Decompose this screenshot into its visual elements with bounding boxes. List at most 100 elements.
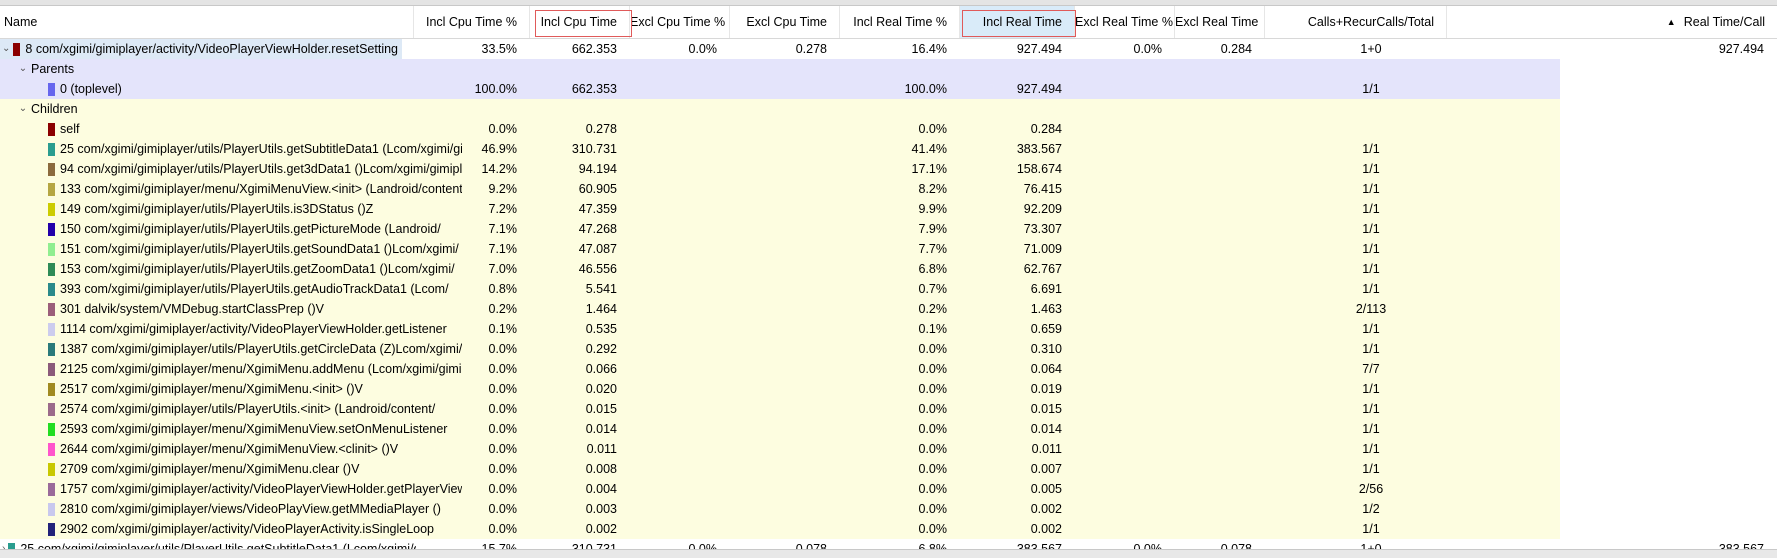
incl-cpu-cell: 0.278 — [585, 122, 617, 136]
calls-cell: 1/1 — [1362, 462, 1380, 476]
incl-cpu-pct-cell: 0.0% — [488, 382, 518, 396]
excl-real-pct-cell: 0.0% — [1133, 42, 1163, 56]
col-header-incl-real-pct[interactable]: Incl Real Time % — [840, 6, 960, 38]
name-cell: 1387 com/xgimi/gimiplayer/utils/PlayerUt… — [0, 339, 462, 359]
sort-ascending-icon: ▲ — [1666, 17, 1676, 27]
incl-cpu-cell: 0.015 — [585, 402, 617, 416]
collapse-chevron-icon[interactable]: ⌄ — [2, 39, 10, 59]
table-row[interactable]: 151 com/xgimi/gimiplayer/utils/PlayerUti… — [0, 239, 1777, 259]
table-row[interactable]: 2517 com/xgimi/gimiplayer/menu/XgimiMenu… — [0, 379, 1777, 399]
col-header-calls[interactable]: Calls+RecurCalls/Total — [1265, 6, 1447, 38]
method-color-swatch — [13, 42, 21, 56]
incl-real-pct-cell: 0.0% — [918, 402, 948, 416]
table-row[interactable]: 301 dalvik/system/VMDebug.startClassPrep… — [0, 299, 1777, 319]
col-header-excl-cpu[interactable]: Excl Cpu Time — [730, 6, 840, 38]
method-name: 150 com/xgimi/gimiplayer/utils/PlayerUti… — [60, 222, 441, 236]
table-row[interactable]: self 0.0% 0.278 0.0% 0.284 — [0, 119, 1777, 139]
col-header-excl-real-pct[interactable]: Excl Real Time % — [1075, 6, 1175, 38]
name-cell: 151 com/xgimi/gimiplayer/utils/PlayerUti… — [0, 239, 462, 259]
method-name: 25 com/xgimi/gimiplayer/utils/PlayerUtil… — [60, 142, 462, 156]
table-row[interactable]: 149 com/xgimi/gimiplayer/utils/PlayerUti… — [0, 199, 1777, 219]
excl-cpu-cell: 0.278 — [795, 42, 827, 56]
table-row[interactable]: 133 com/xgimi/gimiplayer/menu/XgimiMenuV… — [0, 179, 1777, 199]
name-cell: 2644 com/xgimi/gimiplayer/menu/XgimiMenu… — [0, 439, 462, 459]
table-row[interactable]: 2125 com/xgimi/gimiplayer/menu/XgimiMenu… — [0, 359, 1777, 379]
incl-cpu-cell: 60.905 — [578, 182, 617, 196]
table-row[interactable]: 1757 com/xgimi/gimiplayer/activity/Video… — [0, 479, 1777, 499]
incl-cpu-pct-cell: 0.0% — [488, 342, 518, 356]
method-color-swatch — [48, 522, 55, 536]
method-name: 2644 com/xgimi/gimiplayer/menu/XgimiMenu… — [60, 442, 399, 456]
incl-cpu-pct-cell: 14.2% — [481, 162, 517, 176]
calls-cell: 2/113 — [1355, 302, 1387, 316]
incl-cpu-pct-cell: 0.0% — [488, 122, 518, 136]
calls-cell: 1/1 — [1362, 182, 1380, 196]
table-row[interactable]: 2593 com/xgimi/gimiplayer/menu/XgimiMenu… — [0, 419, 1777, 439]
table-row[interactable]: 393 com/xgimi/gimiplayer/utils/PlayerUti… — [0, 279, 1777, 299]
table-row[interactable]: 2810 com/xgimi/gimiplayer/views/VideoPla… — [0, 499, 1777, 519]
table-row[interactable]: 2902 com/xgimi/gimiplayer/activity/Video… — [0, 519, 1777, 539]
col-header-name[interactable]: Name — [0, 6, 414, 38]
name-cell: 0 (toplevel) — [0, 79, 462, 99]
method-color-swatch — [48, 262, 55, 276]
col-header-incl-cpu[interactable]: Incl Cpu Time — [530, 6, 630, 38]
table-row[interactable]: 0 (toplevel) 100.0% 662.353 100.0% 927.494 1/… — [0, 79, 1777, 99]
incl-real-cell: 71.009 — [1023, 242, 1062, 256]
incl-cpu-pct-cell: 33.5% — [481, 42, 517, 56]
name-cell: 393 com/xgimi/gimiplayer/utils/PlayerUti… — [0, 279, 462, 299]
incl-real-cell: 92.209 — [1023, 202, 1062, 216]
method-color-swatch — [48, 362, 55, 376]
table-row[interactable]: 150 com/xgimi/gimiplayer/utils/PlayerUti… — [0, 219, 1777, 239]
method-color-swatch — [48, 162, 55, 176]
group-label: Children — [31, 102, 78, 116]
incl-cpu-pct-cell: 7.1% — [488, 242, 518, 256]
table-row[interactable]: 1114 com/xgimi/gimiplayer/activity/Video… — [0, 319, 1777, 339]
name-cell: 25 com/xgimi/gimiplayer/utils/PlayerUtil… — [0, 139, 462, 159]
incl-cpu-cell: 0.292 — [585, 342, 617, 356]
incl-cpu-pct-cell: 7.0% — [488, 262, 518, 276]
incl-real-pct-cell: 16.4% — [911, 42, 947, 56]
col-header-incl-real[interactable]: Incl Real Time — [960, 6, 1075, 38]
incl-cpu-cell: 0.011 — [586, 442, 617, 456]
method-color-swatch — [48, 322, 55, 336]
incl-real-pct-cell: 41.4% — [911, 142, 947, 156]
incl-cpu-pct-cell: 0.0% — [488, 402, 518, 416]
incl-cpu-pct-cell: 7.1% — [488, 222, 518, 236]
incl-real-cell: 383.567 — [1016, 142, 1062, 156]
col-header-incl-cpu-pct[interactable]: Incl Cpu Time % — [414, 6, 530, 38]
table-row[interactable]: 2644 com/xgimi/gimiplayer/menu/XgimiMenu… — [0, 439, 1777, 459]
calls-cell: 1/1 — [1362, 262, 1380, 276]
col-header-excl-real[interactable]: Excl Real Time — [1175, 6, 1265, 38]
col-header-excl-cpu-pct[interactable]: Excl Cpu Time % — [630, 6, 730, 38]
method-name: 2517 com/xgimi/gimiplayer/menu/XgimiMenu… — [60, 382, 363, 396]
group-row-children[interactable]: ⌄ Children — [0, 99, 1777, 119]
incl-cpu-pct-cell: 9.2% — [488, 182, 518, 196]
method-name: 2125 com/xgimi/gimiplayer/menu/XgimiMenu… — [60, 362, 462, 376]
incl-real-pct-cell: 7.7% — [918, 242, 948, 256]
table-row[interactable]: 25 com/xgimi/gimiplayer/utils/PlayerUtil… — [0, 139, 1777, 159]
incl-real-pct-cell: 0.0% — [918, 442, 948, 456]
horizontal-scrollbar[interactable] — [0, 549, 1777, 558]
table-row[interactable]: 2574 com/xgimi/gimiplayer/utils/PlayerUt… — [0, 399, 1777, 419]
incl-cpu-cell: 0.014 — [585, 422, 617, 436]
table-row[interactable]: 2709 com/xgimi/gimiplayer/menu/XgimiMenu… — [0, 459, 1777, 479]
incl-real-cell: 0.064 — [1030, 362, 1062, 376]
incl-real-cell: 0.011 — [1031, 442, 1062, 456]
name-cell: 2810 com/xgimi/gimiplayer/views/VideoPla… — [0, 499, 462, 519]
col-header-real-per-call[interactable]: ▲ Real Time/Call — [1447, 6, 1777, 38]
collapse-chevron-icon[interactable]: ⌄ — [18, 99, 28, 119]
incl-real-cell: 0.002 — [1030, 502, 1062, 516]
incl-real-pct-cell: 0.0% — [918, 522, 948, 536]
table-row[interactable]: 94 com/xgimi/gimiplayer/utils/PlayerUtil… — [0, 159, 1777, 179]
incl-cpu-pct-cell: 0.0% — [488, 422, 518, 436]
group-row-parents[interactable]: ⌄ Parents — [0, 59, 1777, 79]
collapse-chevron-icon[interactable]: ⌄ — [18, 59, 28, 79]
method-color-swatch — [48, 142, 55, 156]
table-row[interactable]: ⌄ 8 com/xgimi/gimiplayer/activity/VideoPl… — [0, 39, 1777, 59]
method-name: 2709 com/xgimi/gimiplayer/menu/XgimiMenu… — [60, 462, 360, 476]
table-row[interactable]: 1387 com/xgimi/gimiplayer/utils/PlayerUt… — [0, 339, 1777, 359]
method-name: 393 com/xgimi/gimiplayer/utils/PlayerUti… — [60, 282, 449, 296]
table-row[interactable]: 153 com/xgimi/gimiplayer/utils/PlayerUti… — [0, 259, 1777, 279]
method-color-swatch — [48, 122, 55, 136]
method-name: 149 com/xgimi/gimiplayer/utils/PlayerUti… — [60, 202, 374, 216]
